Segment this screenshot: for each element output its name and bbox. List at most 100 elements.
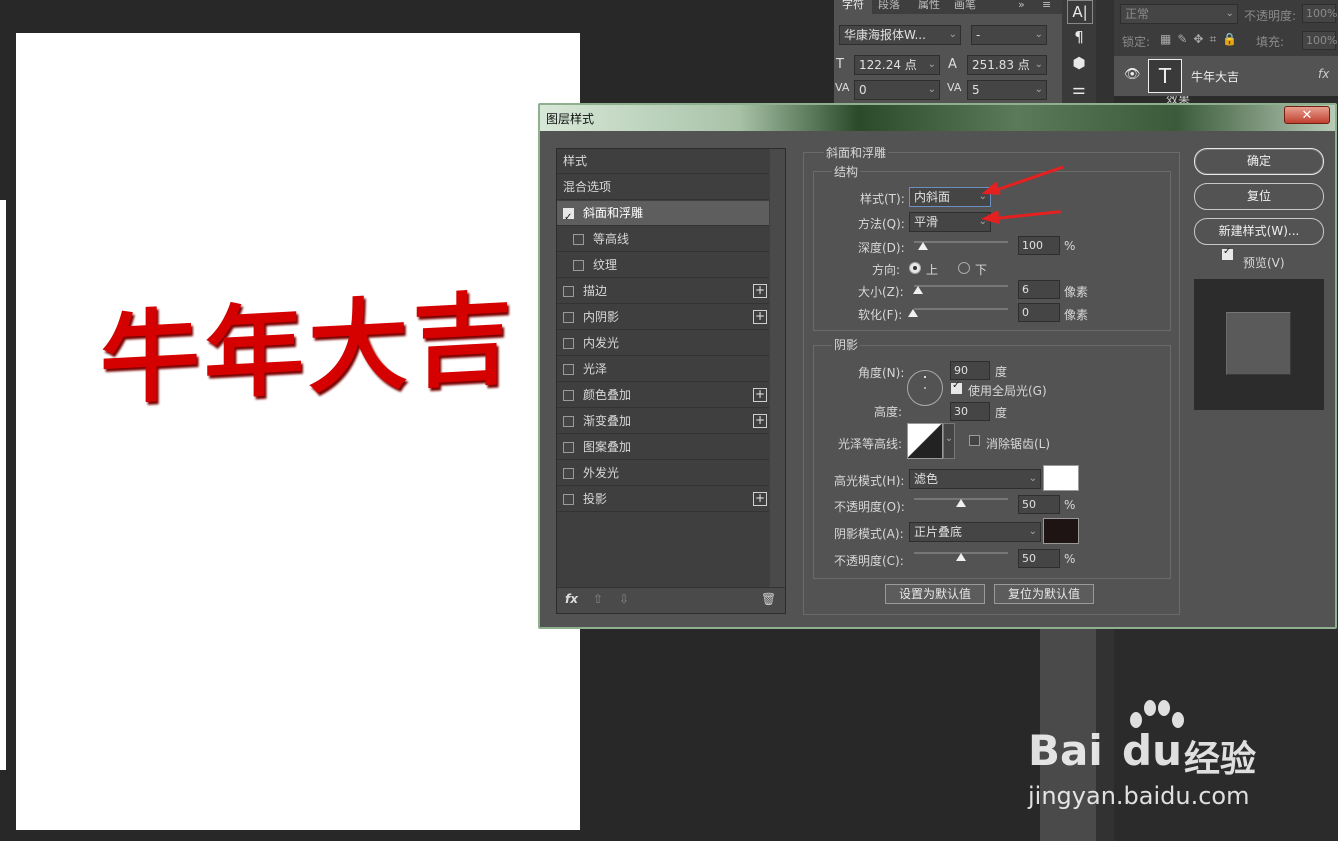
visibility-eye-icon[interactable]: 👁	[1124, 67, 1141, 82]
style-item-label: 图案叠加	[583, 440, 632, 454]
reset-default-button[interactable]: 复位为默认值	[994, 584, 1094, 604]
style-item-checkbox[interactable]	[563, 286, 574, 297]
panel-menu-icon[interactable]: ≡	[1034, 0, 1059, 14]
tab-properties[interactable]: 属性	[910, 0, 948, 14]
soften-slider-thumb[interactable]	[908, 309, 918, 317]
add-effect-icon[interactable]: +	[753, 310, 767, 324]
style-item-checkbox[interactable]	[563, 468, 574, 479]
tab-brush[interactable]: 画笔	[946, 0, 984, 14]
ok-button[interactable]: 确定	[1194, 148, 1324, 175]
leading-select[interactable]: 251.83 点 ⌄	[967, 55, 1047, 75]
new-style-button[interactable]: 新建样式(W)...	[1194, 218, 1324, 245]
font-style-select[interactable]: - ⌄	[971, 25, 1047, 45]
soften-slider[interactable]	[914, 308, 1008, 310]
style-list-scrollbar[interactable]	[770, 149, 785, 587]
style-item-checkbox[interactable]	[573, 234, 584, 245]
altitude-unit: 度	[995, 406, 1008, 420]
close-button[interactable]: ✕	[1284, 106, 1330, 124]
style-item[interactable]: 内发光	[557, 331, 769, 356]
lock-icons[interactable]: ▦✎✥⌗🔒	[1160, 32, 1243, 47]
direction-up-radio[interactable]	[909, 262, 921, 274]
style-item[interactable]: 纹理	[557, 253, 769, 278]
highlight-opacity-label: 不透明度(O):	[834, 500, 905, 514]
highlight-opacity-input[interactable]: 50	[1018, 495, 1060, 514]
style-item[interactable]: 等高线	[557, 227, 769, 252]
paragraph-icon[interactable]: ¶	[1067, 26, 1091, 48]
style-item[interactable]: 光泽	[557, 357, 769, 382]
style-item[interactable]: 图案叠加	[557, 435, 769, 460]
size-slider-thumb[interactable]	[913, 286, 923, 294]
add-effect-icon[interactable]: +	[753, 414, 767, 428]
blend-mode-select[interactable]: 正常 ⌄	[1120, 4, 1238, 24]
depth-slider[interactable]	[914, 241, 1008, 243]
character-panel-icon[interactable]: A|	[1067, 0, 1093, 24]
add-effect-icon[interactable]: +	[753, 492, 767, 506]
style-item[interactable]: 颜色叠加 +	[557, 383, 769, 408]
highlight-color-swatch[interactable]	[1043, 465, 1079, 491]
layer-row[interactable]: 👁 T 牛年大吉 fx	[1114, 56, 1338, 96]
layer-fx-icon[interactable]: fx	[1318, 67, 1329, 81]
style-item[interactable]: 内阴影 +	[557, 305, 769, 330]
style-item-checkbox[interactable]	[563, 364, 574, 375]
opacity-input[interactable]: 100%	[1302, 4, 1337, 23]
style-item[interactable]: 渐变叠加 +	[557, 409, 769, 434]
preview-checkbox[interactable]	[1222, 246, 1233, 260]
style-item[interactable]: 描边 +	[557, 279, 769, 304]
style-item-checkbox[interactable]	[563, 312, 574, 323]
move-down-icon[interactable]: ⇩	[619, 592, 629, 606]
anti-alias-checkbox[interactable]	[969, 435, 980, 446]
shadow-color-swatch[interactable]	[1043, 518, 1079, 544]
style-item-checkbox[interactable]	[563, 442, 574, 453]
add-effect-icon[interactable]: +	[753, 388, 767, 402]
move-up-icon[interactable]: ⇧	[593, 592, 603, 606]
reset-button[interactable]: 复位	[1194, 183, 1324, 210]
angle-input[interactable]: 90	[950, 361, 990, 380]
panel-expand-icon[interactable]: »	[1010, 0, 1033, 14]
angle-dial[interactable]	[907, 370, 943, 406]
soften-input[interactable]: 0	[1018, 303, 1060, 322]
document-canvas[interactable]	[16, 33, 580, 830]
font-family-select[interactable]: 华康海报体W... ⌄	[839, 25, 961, 45]
direction-down-radio[interactable]	[958, 262, 970, 274]
3d-icon[interactable]: ⬢	[1067, 52, 1091, 74]
make-default-button[interactable]: 设置为默认值	[885, 584, 985, 604]
global-light-checkbox[interactable]	[951, 380, 962, 394]
style-item-checkbox[interactable]	[563, 494, 574, 505]
shadow-opacity-thumb[interactable]	[956, 553, 966, 561]
highlight-mode-select[interactable]: 滤色 ⌄	[909, 469, 1041, 489]
style-item-checkbox[interactable]	[573, 260, 584, 271]
tab-character[interactable]: 字符	[834, 0, 872, 14]
altitude-input[interactable]: 30	[950, 402, 990, 421]
fx-icon[interactable]: fx	[565, 592, 578, 606]
dialog-titlebar[interactable]: 图层样式 ✕	[540, 105, 1335, 131]
fill-input[interactable]: 100%	[1302, 31, 1337, 50]
style-item[interactable]: 投影 +	[557, 487, 769, 512]
style-item[interactable]: 外发光	[557, 461, 769, 486]
technique-select[interactable]: 平滑 ⌄	[909, 212, 991, 232]
size-slider[interactable]	[914, 285, 1008, 287]
adjustments-icon[interactable]: ⚌	[1067, 78, 1091, 100]
highlight-opacity-thumb[interactable]	[956, 499, 966, 507]
kerning-select[interactable]: 0 ⌄	[854, 80, 940, 100]
gloss-contour-swatch[interactable]	[907, 423, 943, 459]
font-size-select[interactable]: 122.24 点 ⌄	[854, 55, 940, 75]
chevron-down-icon[interactable]: ⌄	[943, 423, 955, 459]
size-input[interactable]: 6	[1018, 280, 1060, 299]
style-item[interactable]: 样式	[557, 149, 769, 174]
style-item[interactable]: 混合选项	[557, 175, 769, 200]
depth-input[interactable]: 100	[1018, 236, 1060, 255]
add-effect-icon[interactable]: +	[753, 284, 767, 298]
style-item[interactable]: 斜面和浮雕	[557, 201, 769, 230]
style-item-checkbox[interactable]	[563, 416, 574, 427]
bevel-style-select[interactable]: 内斜面 ⌄	[909, 187, 991, 207]
shadow-mode-select[interactable]: 正片叠底 ⌄	[909, 522, 1041, 542]
depth-slider-thumb[interactable]	[918, 242, 928, 250]
tracking-select[interactable]: 5 ⌄	[967, 80, 1047, 100]
style-item-checkbox[interactable]	[563, 390, 574, 401]
style-item-checkbox[interactable]	[563, 338, 574, 349]
canvas-edge	[0, 200, 6, 770]
trash-icon[interactable]: 🗑	[761, 592, 776, 606]
tab-paragraph[interactable]: 段落	[870, 0, 908, 14]
shadow-opacity-input[interactable]: 50	[1018, 549, 1060, 568]
style-item-checkbox[interactable]	[563, 205, 574, 230]
